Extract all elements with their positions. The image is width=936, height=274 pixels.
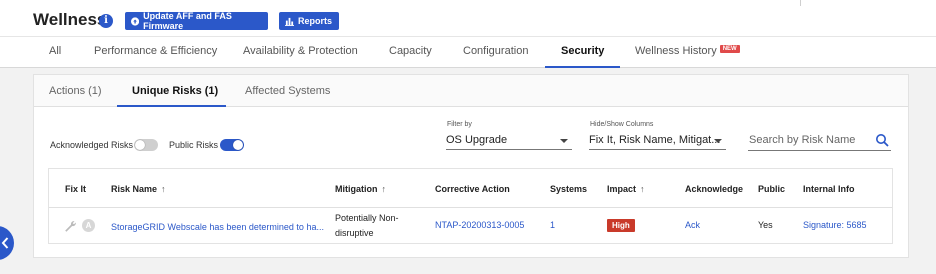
col-systems: Systems bbox=[550, 184, 588, 194]
caret-down-icon bbox=[560, 139, 568, 143]
public-risks-label: Public Risks bbox=[169, 140, 219, 150]
mitigation-line-2: disruptive bbox=[335, 228, 374, 238]
col-corrective-action: Corrective Action bbox=[435, 184, 510, 194]
acknowledged-risks-label: Acknowledged Risks bbox=[50, 140, 134, 150]
subtab-unique-risks[interactable]: Unique Risks (1) bbox=[132, 85, 218, 97]
tab-performance-efficiency[interactable]: Performance & Efficiency bbox=[94, 45, 217, 57]
col-mitigation[interactable]: Mitigation ↑ bbox=[335, 184, 386, 194]
new-badge: NEW bbox=[719, 45, 740, 53]
search-icon[interactable] bbox=[875, 133, 889, 147]
table-header: Fix It Risk Name ↑ Mitigation ↑ Corrective… bbox=[49, 169, 892, 208]
tab-availability-protection[interactable]: Availability & Protection bbox=[243, 45, 358, 57]
sidebar-collapse-handle[interactable] bbox=[0, 226, 14, 260]
page-title: Wellness bbox=[33, 10, 107, 29]
filter-by-select[interactable]: OS Upgrade bbox=[446, 132, 572, 150]
subtab-affected-systems[interactable]: Affected Systems bbox=[245, 85, 330, 97]
col-impact[interactable]: Impact ↑ bbox=[607, 184, 645, 194]
hide-show-columns-label: Hide/Show Columns bbox=[590, 121, 654, 128]
sort-arrow-icon: ↑ bbox=[161, 184, 166, 194]
reports-label: Reports bbox=[298, 16, 333, 26]
col-fix-it: Fix It bbox=[65, 184, 87, 194]
update-firmware-button[interactable]: Update AFF and FAS Firmware bbox=[125, 11, 268, 31]
acknowledged-risks-toggle[interactable] bbox=[134, 139, 158, 151]
impact-badge: High bbox=[607, 219, 635, 232]
top-bar: Wellness i Update AFF and FAS Firmware R… bbox=[0, 0, 936, 38]
col-mitigation-label: Mitigation bbox=[335, 184, 378, 194]
col-risk-name-label: Risk Name bbox=[111, 184, 158, 194]
toggle-knob bbox=[233, 140, 243, 150]
sort-arrow-icon: ↑ bbox=[640, 184, 645, 194]
sort-arrow-icon: ↑ bbox=[381, 184, 387, 194]
columns-value: Fix It, Risk Name, Mitigat... bbox=[589, 134, 721, 146]
wrench-icon[interactable] bbox=[64, 220, 76, 232]
columns-select[interactable]: Fix It, Risk Name, Mitigat... bbox=[589, 132, 726, 150]
search-risk-name-input[interactable]: Search by Risk Name bbox=[748, 131, 891, 151]
col-risk-name[interactable]: Risk Name ↑ bbox=[111, 184, 166, 194]
corrective-action-link[interactable]: NTAP-20200313-0005 bbox=[435, 220, 524, 230]
top-divider bbox=[800, 0, 801, 6]
fix-it-indicator: A bbox=[82, 219, 95, 232]
col-public: Public bbox=[758, 184, 786, 194]
active-subtab-indicator bbox=[117, 105, 226, 107]
systems-count-link[interactable]: 1 bbox=[550, 220, 555, 230]
risk-name-link[interactable]: StorageGRID Webscale has been determined… bbox=[111, 222, 324, 232]
active-tab-indicator bbox=[545, 66, 620, 68]
col-impact-label: Impact bbox=[607, 184, 637, 194]
upload-icon bbox=[131, 16, 140, 26]
tab-capacity[interactable]: Capacity bbox=[389, 45, 432, 57]
ack-link[interactable]: Ack bbox=[685, 220, 700, 230]
search-placeholder: Search by Risk Name bbox=[749, 134, 856, 146]
filter-by-value: OS Upgrade bbox=[446, 134, 508, 146]
mitigation-line-1: Potentially Non- bbox=[335, 213, 399, 223]
reports-button[interactable]: Reports bbox=[279, 12, 339, 30]
col-acknowledge: Acknowledge bbox=[685, 184, 744, 194]
col-internal-info: Internal Info bbox=[803, 184, 855, 194]
info-icon[interactable]: i bbox=[99, 14, 113, 28]
tab-configuration[interactable]: Configuration bbox=[463, 45, 528, 57]
public-value: Yes bbox=[758, 220, 773, 230]
wellness-tabs: All Performance & Efficiency Availabilit… bbox=[0, 36, 936, 68]
tab-all[interactable]: All bbox=[49, 45, 61, 57]
filter-by-label: Filter by bbox=[447, 121, 472, 128]
tab-wellness-history-label: Wellness History bbox=[635, 45, 717, 57]
bar-chart-icon bbox=[285, 17, 294, 26]
risks-panel: Actions (1) Unique Risks (1) Affected Sy… bbox=[33, 74, 909, 258]
chevron-left-icon bbox=[1, 237, 9, 249]
subtab-actions[interactable]: Actions (1) bbox=[49, 85, 102, 97]
tab-wellness-history[interactable]: Wellness History NEW bbox=[635, 45, 740, 57]
risk-subtabs: Actions (1) Unique Risks (1) Affected Sy… bbox=[34, 75, 908, 107]
internal-info-link[interactable]: Signature: 5685 bbox=[803, 220, 867, 230]
caret-down-icon bbox=[714, 139, 722, 143]
risks-table: Fix It Risk Name ↑ Mitigation ↑ Corrective… bbox=[48, 168, 893, 244]
tab-security[interactable]: Security bbox=[561, 45, 604, 57]
update-firmware-label: Update AFF and FAS Firmware bbox=[143, 11, 232, 31]
toggle-knob bbox=[135, 140, 145, 150]
public-risks-toggle[interactable] bbox=[220, 139, 244, 151]
